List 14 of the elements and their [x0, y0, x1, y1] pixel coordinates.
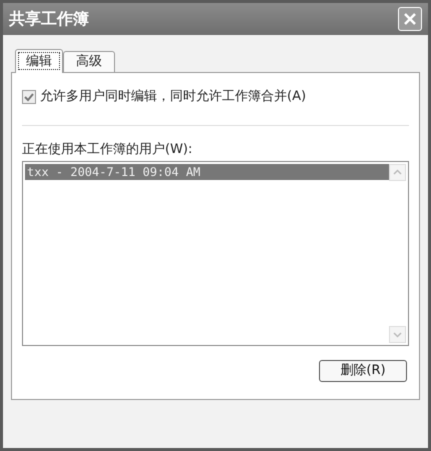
close-icon [403, 12, 417, 26]
checkbox[interactable] [22, 90, 36, 104]
check-icon [24, 92, 34, 102]
delete-button[interactable]: 删除(R) [319, 360, 407, 382]
scroll-down-icon[interactable] [389, 326, 406, 343]
tab[interactable]: 编辑 [15, 49, 63, 73]
tab[interactable]: 高级 [63, 51, 115, 72]
scroll-up-icon[interactable] [389, 164, 406, 181]
user-row[interactable]: txx - 2004-7-11 09:04 AM [25, 164, 389, 180]
checkbox-label: 允许多用户同时编辑，同时允许工作簿合并(A) [40, 88, 306, 106]
scrollbar[interactable] [389, 164, 406, 343]
users-label: 正在使用本工作簿的用户(W): [22, 140, 194, 158]
close-button[interactable] [398, 7, 422, 31]
window-title: 共享工作簿 [9, 8, 89, 30]
